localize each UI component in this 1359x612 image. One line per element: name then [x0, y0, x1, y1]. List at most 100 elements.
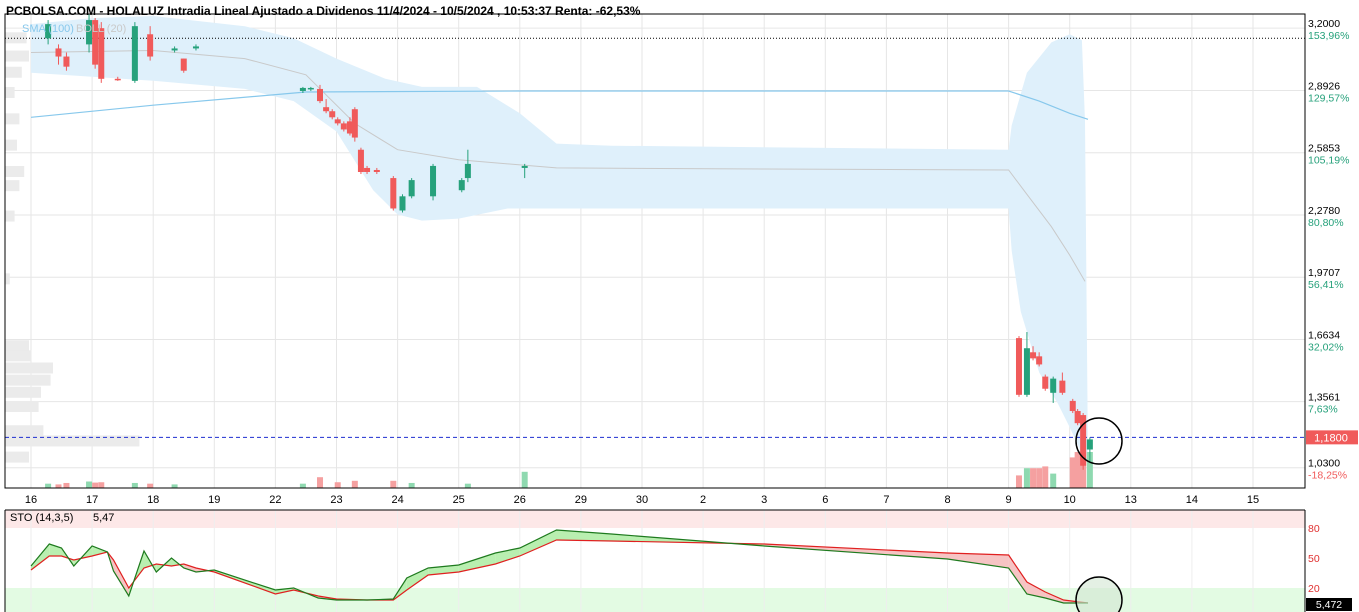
candle-body: [98, 28, 105, 79]
y-tick-label: 2,2780: [1308, 205, 1340, 217]
current-price-value: 1,1800: [1314, 432, 1348, 444]
y-tick-label: 2,5853: [1308, 143, 1340, 155]
candle-body: [329, 111, 336, 118]
candle-body: [521, 165, 528, 168]
volume-bar: [390, 480, 397, 488]
candle-body: [307, 87, 314, 90]
volume-profile-bar: [5, 180, 20, 192]
y-tick-label: 1,0300: [1308, 458, 1340, 470]
candle-body: [1069, 400, 1076, 412]
y-tick-pct: 153,96%: [1308, 30, 1349, 42]
candle-body: [192, 46, 199, 49]
volume-profile-bar: [5, 139, 17, 151]
x-tick-label: 26: [514, 494, 526, 506]
volume-bar: [1050, 473, 1057, 488]
x-tick-label: 10: [1064, 494, 1076, 506]
bollinger-band: [31, 16, 1088, 462]
sto-current-value: 5,472: [1316, 599, 1342, 611]
x-tick-label: 13: [1125, 494, 1137, 506]
x-tick-label: 29: [575, 494, 587, 506]
candle-body: [373, 169, 380, 172]
price-pane-frame: [4, 13, 1306, 489]
x-tick-label: 6: [822, 494, 828, 506]
volume-bar: [351, 480, 358, 488]
candle-body: [334, 119, 341, 124]
candle-body: [180, 58, 187, 71]
candle-body: [458, 180, 465, 191]
x-tick-label: 25: [453, 494, 465, 506]
candle-body: [1042, 376, 1049, 389]
volume-bar: [147, 483, 154, 488]
x-tick-label: 19: [208, 494, 220, 506]
volume-bar: [317, 477, 324, 488]
y-tick-pct: 80,80%: [1308, 217, 1344, 229]
volume-bar: [86, 481, 93, 488]
x-tick-label: 24: [391, 494, 403, 506]
x-tick-label: 16: [25, 494, 37, 506]
volume-profile-bar: [5, 362, 53, 374]
volume-bar: [63, 482, 70, 488]
sto-overbought-zone: [5, 510, 1305, 528]
candle-body: [131, 26, 138, 81]
volume-profile-bar: [5, 400, 39, 412]
volume-bar: [408, 482, 415, 488]
sma-100-line: [30, 90, 1089, 120]
y-tick-pct: -18,25%: [1308, 470, 1347, 482]
sto-fill: [458, 553, 496, 572]
volume-profile-bar: [5, 66, 22, 78]
candle-body: [1086, 439, 1093, 450]
volume-profile-bar: [5, 50, 29, 62]
candle-body: [323, 107, 330, 112]
x-tick-label: 18: [147, 494, 159, 506]
x-tick-label: 22: [269, 494, 281, 506]
volume-bar: [1023, 468, 1030, 488]
volume-bar: [45, 483, 52, 488]
volume-bar: [131, 482, 138, 488]
sto-level-label: 80: [1308, 523, 1320, 535]
y-tick-label: 3,2000: [1308, 18, 1340, 30]
candle-body: [1023, 348, 1030, 395]
candle-body: [1030, 352, 1037, 359]
volume-bar: [55, 484, 62, 488]
candle-body: [408, 180, 415, 197]
x-tick-label: 14: [1186, 494, 1198, 506]
volume-bar: [98, 482, 105, 488]
price-chart[interactable]: 3,2000153,96% 2,8926129,57% 2,5853105,19% 2…: [0, 0, 1359, 612]
candle-body: [147, 34, 154, 57]
volume-profile-bar: [5, 350, 32, 362]
candle-body: [1074, 411, 1081, 424]
y-tick-label: 2,8926: [1308, 80, 1340, 92]
y-tick-pct: 129,57%: [1308, 92, 1349, 104]
candle-body: [390, 178, 397, 209]
volume-bar: [171, 484, 178, 488]
volume-profile-bar: [5, 273, 10, 285]
x-tick-label: 23: [330, 494, 342, 506]
candle-body: [340, 123, 347, 130]
sto-level-label: 50: [1308, 553, 1320, 565]
sto-fill: [406, 568, 429, 590]
volume-bar: [334, 482, 341, 488]
candle-body: [63, 56, 70, 67]
highlight-circle-sto: [1075, 576, 1123, 612]
candle-body: [351, 109, 358, 138]
candle-body: [299, 87, 306, 91]
volume-profile-bar: [5, 340, 29, 352]
volume-bar: [299, 483, 306, 488]
candle-body: [1059, 380, 1066, 393]
volume-profile-bar: [5, 87, 15, 98]
x-tick-label: 15: [1247, 494, 1259, 506]
sto-title: STO (14,3,5): [10, 512, 73, 524]
x-tick-label: 3: [761, 494, 767, 506]
sto-level-label: 20: [1308, 583, 1320, 595]
volume-bar: [464, 483, 471, 488]
candle-body: [171, 48, 178, 51]
volume-bar: [92, 482, 99, 488]
candle-body: [399, 196, 406, 211]
candle-body: [114, 78, 121, 81]
candle-body: [1050, 378, 1057, 393]
volume-profile-bar: [5, 113, 20, 125]
candle-body: [430, 165, 437, 197]
x-tick-label: 8: [944, 494, 950, 506]
x-tick-label: 17: [86, 494, 98, 506]
y-tick-pct: 105,19%: [1308, 155, 1349, 167]
